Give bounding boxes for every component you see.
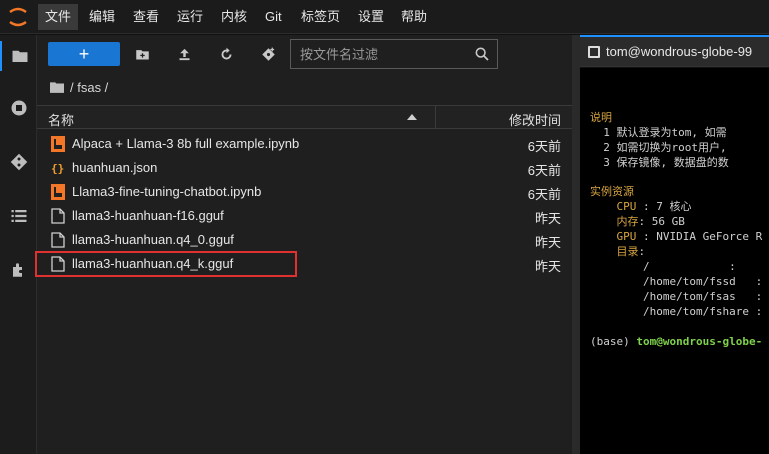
jupyter-logo-icon[interactable] bbox=[6, 5, 30, 29]
menu-file[interactable]: 文件 bbox=[38, 4, 79, 30]
git-icon[interactable] bbox=[0, 147, 37, 177]
terminal-key: CPU bbox=[590, 200, 637, 213]
terminal-line: 说明 bbox=[590, 111, 612, 124]
file-row[interactable]: Llama3-fine-tuning-chatbot.ipynb 6天前 bbox=[37, 180, 572, 204]
column-divider[interactable] bbox=[435, 106, 436, 128]
file-modified: 昨天 bbox=[534, 235, 561, 250]
file-listing: 名称 修改时间 Alpaca + Llama-3 8b full example… bbox=[35, 105, 572, 454]
refresh-button[interactable] bbox=[215, 43, 237, 65]
menu-run[interactable]: 运行 bbox=[170, 4, 210, 30]
terminal-value: : 56 GB bbox=[638, 215, 685, 228]
file-row-highlighted[interactable]: llama3-huanhuan.q4_k.gguf 昨天 bbox=[35, 251, 572, 277]
extension-icon[interactable] bbox=[0, 255, 37, 285]
terminal-prompt-user: tom@wondrous-globe- bbox=[636, 335, 763, 348]
terminal-line: CPU : 7 核心 bbox=[590, 199, 691, 214]
terminal-tab-bar: tom@wondrous-globe-99 bbox=[580, 35, 769, 67]
terminal-line: /home/tom/fssd : bbox=[590, 275, 763, 288]
terminal-line: /home/tom/fshare : bbox=[590, 305, 763, 318]
terminal-key: 目录 bbox=[590, 245, 639, 258]
git-clone-icon bbox=[261, 47, 275, 61]
terminal-output[interactable]: 说明 1 默认登录为tom, 如需 2 如需切换为root用户, 3 保存镜像,… bbox=[580, 68, 769, 454]
running-icon[interactable] bbox=[0, 93, 37, 123]
terminal-line: GPU : NVIDIA GeForce R bbox=[590, 229, 762, 244]
file-filter-search bbox=[290, 39, 498, 69]
folder-icon[interactable] bbox=[0, 41, 37, 71]
breadcrumb: / fsas / bbox=[50, 77, 108, 97]
file-icon bbox=[51, 232, 65, 248]
file-name: llama3-huanhuan-f16.gguf bbox=[72, 208, 224, 223]
new-folder-icon bbox=[135, 49, 149, 59]
menu-edit[interactable]: 编辑 bbox=[82, 4, 122, 30]
file-filter-input[interactable] bbox=[291, 40, 471, 68]
terminal-value: : 7 核心 bbox=[636, 200, 692, 213]
column-header-name[interactable]: 名称 bbox=[48, 110, 74, 129]
menu-settings[interactable]: 设置 bbox=[351, 4, 391, 30]
terminal-line: 1 默认登录为tom, 如需 bbox=[590, 126, 727, 139]
activity-bar bbox=[0, 35, 37, 454]
file-name: llama3-huanhuan.q4_k.gguf bbox=[72, 256, 234, 271]
terminal-line: / : bbox=[590, 260, 736, 273]
notebook-icon bbox=[51, 136, 65, 152]
upload-button[interactable] bbox=[173, 43, 195, 65]
terminal-line: 目录: bbox=[590, 244, 645, 259]
file-modified: 昨天 bbox=[534, 211, 561, 226]
home-folder-icon[interactable] bbox=[50, 81, 64, 93]
terminal-icon bbox=[588, 46, 600, 58]
terminal-line: 实例资源 bbox=[590, 185, 634, 198]
terminal-value: : NVIDIA GeForce R bbox=[636, 230, 763, 243]
terminal-prompt: (base) tom@wondrous-globe- bbox=[590, 334, 762, 349]
terminal-line: /home/tom/fsas : bbox=[590, 290, 763, 303]
breadcrumb-path[interactable]: / fsas / bbox=[70, 80, 108, 95]
terminal-tab[interactable]: tom@wondrous-globe-99 bbox=[580, 35, 769, 66]
terminal-tab-label: tom@wondrous-globe-99 bbox=[606, 44, 753, 59]
upload-icon bbox=[179, 48, 189, 60]
pane-splitter[interactable] bbox=[572, 35, 580, 454]
json-icon: {} bbox=[51, 162, 64, 175]
file-name: Alpaca + Llama-3 8b full example.ipynb bbox=[72, 136, 300, 151]
file-browser: + / fsas / 名称 修改时间 Alpaca + Ll bbox=[35, 35, 572, 454]
file-name: llama3-huanhuan.q4_0.gguf bbox=[72, 232, 234, 247]
menu-bar: 文件 编辑 查看 运行 内核 Git 标签页 设置 帮助 bbox=[0, 0, 769, 34]
terminal-key: 内存 bbox=[590, 215, 639, 228]
file-modified: 6天前 bbox=[527, 163, 561, 178]
file-name: huanhuan.json bbox=[72, 160, 158, 175]
file-row[interactable]: {} huanhuan.json 6天前 bbox=[37, 156, 572, 180]
search-icon bbox=[475, 47, 489, 61]
new-launcher-button[interactable]: + bbox=[48, 42, 120, 66]
file-row[interactable]: llama3-huanhuan-f16.gguf 昨天 bbox=[37, 204, 572, 228]
menu-view[interactable]: 查看 bbox=[126, 4, 166, 30]
refresh-icon bbox=[221, 47, 231, 59]
terminal-line: 3 保存镜像, 数据盘的数 bbox=[590, 156, 729, 169]
file-modified: 6天前 bbox=[527, 139, 561, 154]
file-browser-toolbar: + bbox=[37, 35, 572, 75]
file-row[interactable]: llama3-huanhuan.q4_0.gguf 昨天 bbox=[37, 228, 572, 252]
menu-git[interactable]: Git bbox=[258, 4, 289, 30]
sort-ascending-icon bbox=[407, 114, 417, 120]
file-listing-header: 名称 修改时间 bbox=[37, 105, 572, 129]
file-modified: 昨天 bbox=[534, 259, 561, 274]
terminal-key: GPU bbox=[590, 230, 637, 243]
notebook-icon bbox=[51, 184, 65, 200]
file-modified: 6天前 bbox=[527, 187, 561, 202]
terminal-line: 内存: 56 GB bbox=[590, 214, 685, 229]
svg-text:{}: {} bbox=[51, 162, 64, 175]
git-clone-button[interactable] bbox=[257, 43, 279, 65]
terminal-value: : bbox=[638, 245, 646, 258]
file-name: Llama3-fine-tuning-chatbot.ipynb bbox=[72, 184, 262, 199]
menu-tabs[interactable]: 标签页 bbox=[294, 4, 347, 30]
menu-kernel[interactable]: 内核 bbox=[214, 4, 254, 30]
new-folder-button[interactable] bbox=[131, 43, 153, 65]
file-icon bbox=[51, 256, 65, 272]
terminal-line: 2 如需切换为root用户, bbox=[590, 141, 727, 154]
file-icon bbox=[51, 208, 65, 224]
toc-icon[interactable] bbox=[0, 201, 37, 231]
file-row[interactable]: Alpaca + Llama-3 8b full example.ipynb 6… bbox=[37, 132, 572, 156]
column-header-modified[interactable]: 修改时间 bbox=[509, 110, 561, 129]
terminal-prompt-prefix: (base) bbox=[590, 335, 637, 348]
menu-help[interactable]: 帮助 bbox=[394, 4, 434, 30]
